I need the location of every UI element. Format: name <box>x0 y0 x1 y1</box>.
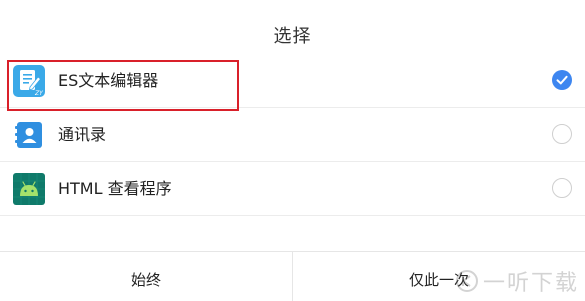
dialog-title: 选择 <box>273 26 312 47</box>
radio-html-viewer[interactable] <box>552 178 572 198</box>
radio-contacts[interactable] <box>552 124 572 144</box>
android-html-viewer-icon <box>13 173 45 205</box>
es-text-editor-icon: ZY <box>13 65 45 97</box>
app-list: ZY ES文本编辑器 通讯录 HTML 查看程序 <box>0 54 585 216</box>
radio-selected-es-text-editor[interactable] <box>552 70 572 90</box>
app-row-contacts[interactable]: 通讯录 <box>0 108 585 162</box>
contacts-icon <box>13 119 45 151</box>
app-row-html-viewer[interactable]: HTML 查看程序 <box>0 162 585 216</box>
app-label-es-text-editor: ES文本编辑器 <box>58 71 159 90</box>
just-once-button[interactable]: 仅此一次 <box>293 252 585 301</box>
app-label-html-viewer: HTML 查看程序 <box>58 179 172 198</box>
always-button[interactable]: 始终 <box>0 252 292 301</box>
svg-text:ZY: ZY <box>34 90 44 97</box>
app-label-contacts: 通讯录 <box>58 125 107 144</box>
app-row-es-text-editor[interactable]: ZY ES文本编辑器 <box>0 54 585 108</box>
dialog-footer: 始终 仅此一次 <box>0 251 585 301</box>
chooser-dialog: 选择 ZY ES文本编辑器 通讯录 HTML 查看程序 始终 仅此一次 一听下载 <box>0 0 585 301</box>
